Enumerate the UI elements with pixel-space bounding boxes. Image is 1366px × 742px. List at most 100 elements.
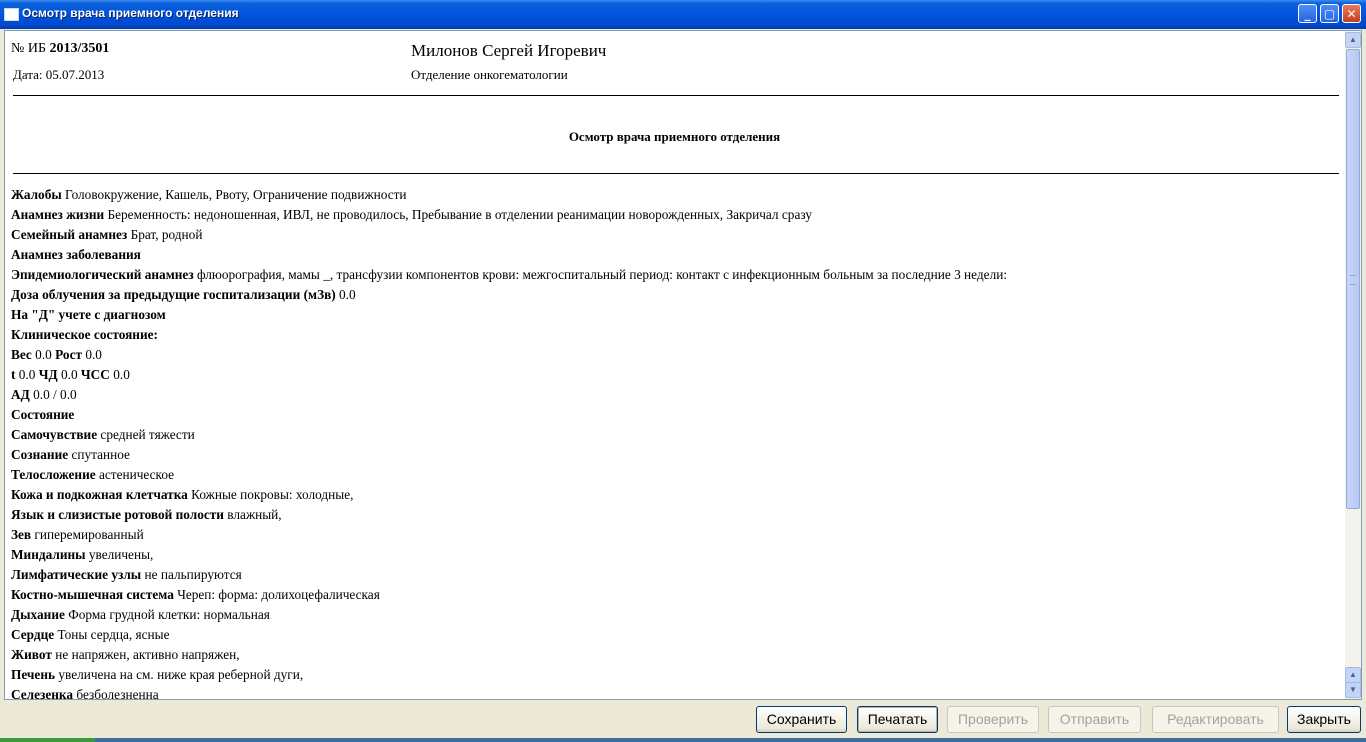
record-field-value: не пальпируются <box>141 567 242 582</box>
record-field-label: Дыхание <box>11 607 65 622</box>
record-field-label: На "Д" учете с диагнозом <box>11 307 166 322</box>
ib-label: № ИБ <box>11 41 47 56</box>
examination-record: Жалобы Головокружение, Кашель, Рвоту, Ог… <box>11 185 1007 699</box>
title-divider <box>13 173 1339 174</box>
record-field-label: Состояние <box>11 407 75 422</box>
record-line: Анамнез заболевания <box>11 245 1007 265</box>
record-field-value: Головокружение, Кашель, Рвоту, Ограничен… <box>61 187 407 202</box>
record-line: Телосложение астеническое <box>11 465 1007 485</box>
record-line: Миндалины увеличены, <box>11 545 1007 565</box>
record-field-value: безболезненна <box>73 687 159 699</box>
record-field-label: Кожа и подкожная клетчатка <box>11 487 188 502</box>
record-field-value: Брат, родной <box>127 227 203 242</box>
record-field-value: 0.0 <box>82 347 102 362</box>
window-titlebar[interactable]: Осмотр врача приемного отделения _ ▢ ✕ <box>0 0 1366 29</box>
edit-button[interactable]: Редактировать <box>1152 706 1279 733</box>
record-field-label: Вес <box>11 347 32 362</box>
record-line: Сердце Тоны сердца, ясные <box>11 625 1007 645</box>
scroll-down-button[interactable]: ▼ <box>1345 682 1361 698</box>
record-field-label: Анамнез жизни <box>11 207 105 222</box>
record-field-label: Живот <box>11 647 52 662</box>
record-field-value: 0.0 <box>109 367 130 382</box>
record-field-label: Жалобы <box>11 187 62 202</box>
scrollbar-thumb[interactable] <box>1346 49 1360 509</box>
maximize-button[interactable]: ▢ <box>1320 4 1339 23</box>
record-line: Язык и слизистые ротовой полости влажный… <box>11 505 1007 525</box>
record-line: Жалобы Головокружение, Кашель, Рвоту, Ог… <box>11 185 1007 205</box>
record-line: АД 0.0 / 0.0 <box>11 385 1007 405</box>
check-button[interactable]: Проверить <box>947 706 1039 733</box>
record-line: Кожа и подкожная клетчатка Кожные покров… <box>11 485 1007 505</box>
scrollbar-grip-icon <box>1350 275 1356 285</box>
document-content: № ИБ 2013/3501 Дата: 05.07.2013 Милонов … <box>5 31 1344 699</box>
record-field-value: спутанное <box>68 447 130 462</box>
header-divider <box>13 95 1339 96</box>
patient-name: Милонов Сергей Игоревич <box>411 41 607 60</box>
record-field-value: 0.0 <box>335 287 356 302</box>
record-line: Эпидемиологический анамнез флюорография,… <box>11 265 1007 285</box>
record-line: Селезенка безболезненна <box>11 685 1007 699</box>
ib-number-line: № ИБ 2013/3501 <box>11 41 109 57</box>
record-field-value: 0.0 / 0.0 <box>29 387 77 402</box>
record-field-label: Сознание <box>11 447 69 462</box>
record-field-value: средней тяжести <box>97 427 195 442</box>
record-field-label: Анамнез заболевания <box>11 247 141 262</box>
record-field-value: гиперемированный <box>31 527 144 542</box>
record-line: Вес 0.0 Рост 0.0 <box>11 345 1007 365</box>
record-field-value: Кожные покровы: холодные, <box>187 487 354 502</box>
record-field-value: Форма грудной клетки: нормальная <box>64 607 270 622</box>
record-field-label: Семейный анамнез <box>11 227 128 242</box>
document-title: Осмотр врача приемного отделения <box>568 129 781 144</box>
record-field-value: увеличена на см. ниже края реберной дуги… <box>55 667 304 682</box>
record-line: Клиническое состояние: <box>11 325 1007 345</box>
window-app-icon <box>4 8 19 21</box>
scroll-up-button-bottom[interactable]: ▲ <box>1345 667 1361 683</box>
record-field-value: увеличены, <box>85 547 154 562</box>
record-field-label: Клиническое состояние: <box>11 327 158 342</box>
record-field-value: влажный, <box>223 507 282 522</box>
print-button[interactable]: Печатать <box>857 706 938 733</box>
record-line: Семейный анамнез Брат, родной <box>11 225 1007 245</box>
record-field-label: Лимфатические узлы <box>11 567 142 582</box>
document-viewer[interactable]: № ИБ 2013/3501 Дата: 05.07.2013 Милонов … <box>4 30 1362 700</box>
record-field-label: Рост <box>55 347 82 362</box>
record-field-label: Зев <box>11 527 32 542</box>
record-line: Доза облучения за предыдущие госпитализа… <box>11 285 1007 305</box>
record-line: Лимфатические узлы не пальпируются <box>11 565 1007 585</box>
record-line: Анамнез жизни Беременность: недоношенная… <box>11 205 1007 225</box>
record-field-label: Самочувствие <box>11 427 98 442</box>
record-field-label: ЧД <box>38 367 58 382</box>
close-window-button[interactable]: ✕ <box>1342 4 1361 23</box>
record-line: На "Д" учете с диагнозом <box>11 305 1007 325</box>
record-field-label: Костно-мышечная система <box>11 587 174 602</box>
department-name: Отделение онкогематологии <box>411 67 568 82</box>
record-field-value: не напряжен, активно напряжен, <box>51 647 240 662</box>
start-button-edge <box>0 738 95 742</box>
record-field-label: АД <box>11 387 30 402</box>
record-line: Печень увеличена на см. ниже края реберн… <box>11 665 1007 685</box>
record-field-label: ЧСС <box>80 367 110 382</box>
record-field-value: флюорография, мамы _, трансфузии компоне… <box>193 267 1008 282</box>
record-field-value: астеническое <box>95 467 175 482</box>
record-line: Дыхание Форма грудной клетки: нормальная <box>11 605 1007 625</box>
record-line: Костно-мышечная система Череп: форма: до… <box>11 585 1007 605</box>
ib-number: 2013/3501 <box>49 41 110 56</box>
document-date: Дата: 05.07.2013 <box>13 67 105 82</box>
record-field-value: 0.0 <box>15 367 39 382</box>
record-line: Живот не напряжен, активно напряжен, <box>11 645 1007 665</box>
scroll-up-button[interactable]: ▲ <box>1345 32 1361 48</box>
minimize-button[interactable]: _ <box>1298 4 1317 23</box>
record-field-value: Череп: форма: долихоцефалическая <box>173 587 380 602</box>
send-button[interactable]: Отправить <box>1048 706 1141 733</box>
record-field-label: Язык и слизистые ротовой полости <box>11 507 224 522</box>
record-line: Зев гиперемированный <box>11 525 1007 545</box>
vertical-scrollbar[interactable]: ▲ ▲ ▼ <box>1345 31 1361 699</box>
taskbar-edge <box>0 738 1366 742</box>
close-button[interactable]: Закрыть <box>1287 706 1361 733</box>
record-field-value: Беременность: недоношенная, ИВЛ, не пров… <box>104 207 812 222</box>
record-field-label: Миндалины <box>11 547 86 562</box>
record-field-value: 0.0 <box>57 367 81 382</box>
record-field-value: 0.0 <box>31 347 56 362</box>
record-line: Самочувствие средней тяжести <box>11 425 1007 445</box>
save-button[interactable]: Сохранить <box>756 706 847 733</box>
